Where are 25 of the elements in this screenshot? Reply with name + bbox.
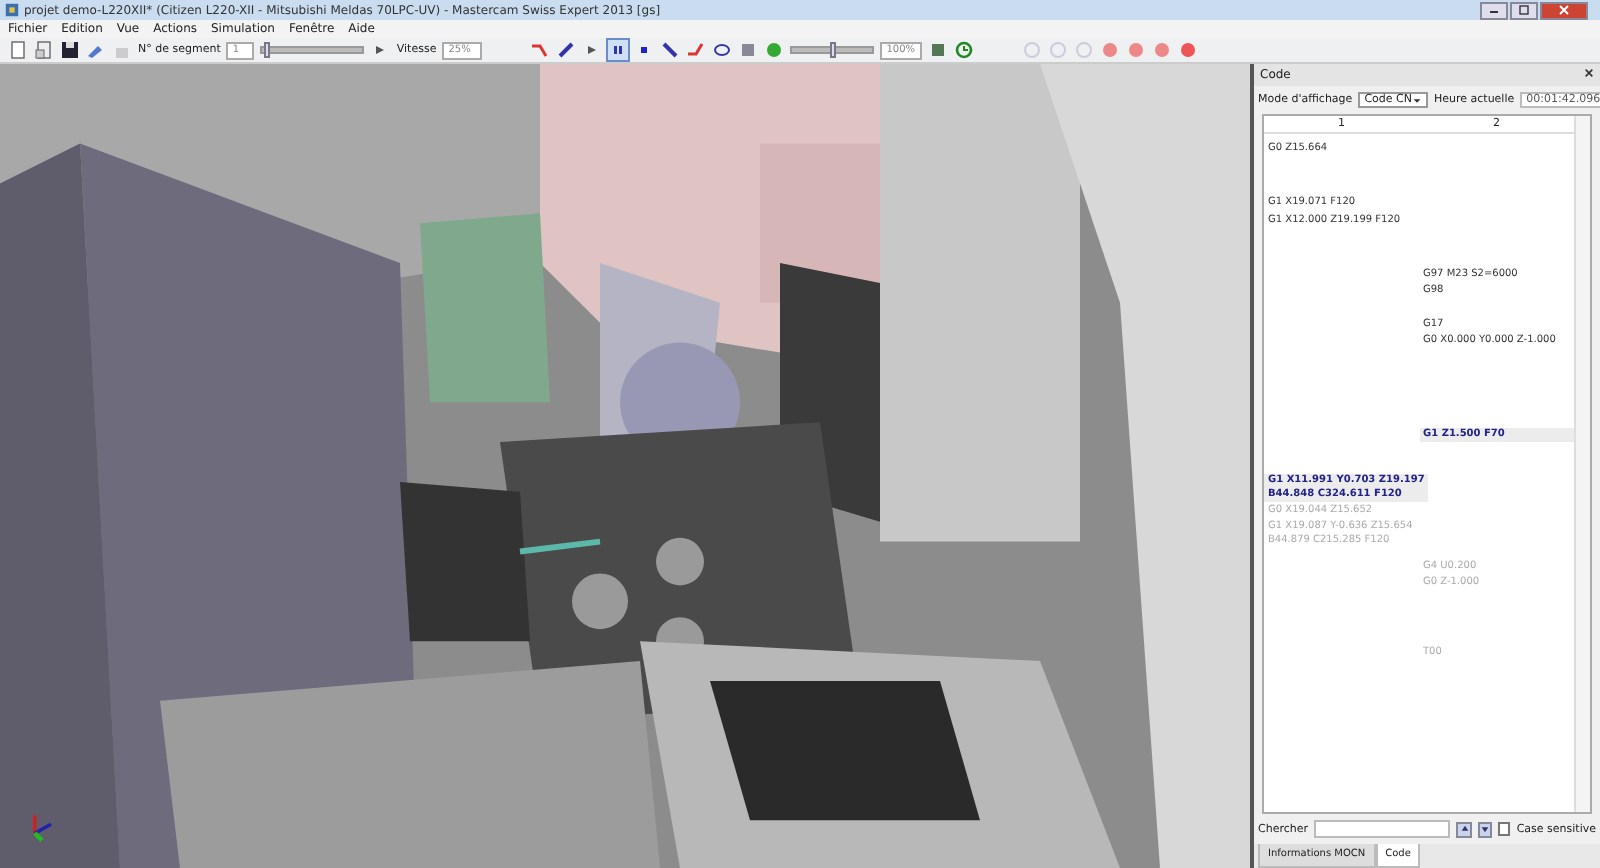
caret-icon xyxy=(1411,95,1422,105)
search-field[interactable] xyxy=(1314,820,1451,838)
open-document-icon[interactable] xyxy=(34,40,54,60)
close-icon xyxy=(1558,3,1570,15)
close-button[interactable] xyxy=(1540,1,1588,19)
pause-icon[interactable] xyxy=(608,40,629,60)
close-panel-icon[interactable] xyxy=(1584,68,1594,78)
app-icon xyxy=(4,2,20,18)
path-icon[interactable] xyxy=(686,40,707,60)
maximize-button[interactable] xyxy=(1510,1,1538,19)
clock-icon[interactable] xyxy=(953,40,973,60)
loop-icon[interactable] xyxy=(712,40,733,60)
search-down-button[interactable] xyxy=(1477,821,1492,837)
save-icon[interactable] xyxy=(60,40,80,60)
minimize-button[interactable] xyxy=(1480,1,1508,19)
new-document-icon[interactable] xyxy=(8,40,28,60)
arrow-up-icon xyxy=(1459,824,1470,834)
slider-thumb[interactable] xyxy=(263,42,270,58)
maximize-icon xyxy=(1518,3,1530,15)
arrow-down-icon xyxy=(1479,824,1490,834)
search-up-button[interactable] xyxy=(1456,821,1472,837)
slider-thumb[interactable] xyxy=(830,42,837,58)
case-sensitive-checkbox[interactable] xyxy=(1497,822,1511,836)
path-icon[interactable] xyxy=(530,40,551,60)
scrollbar[interactable] xyxy=(1574,116,1590,812)
